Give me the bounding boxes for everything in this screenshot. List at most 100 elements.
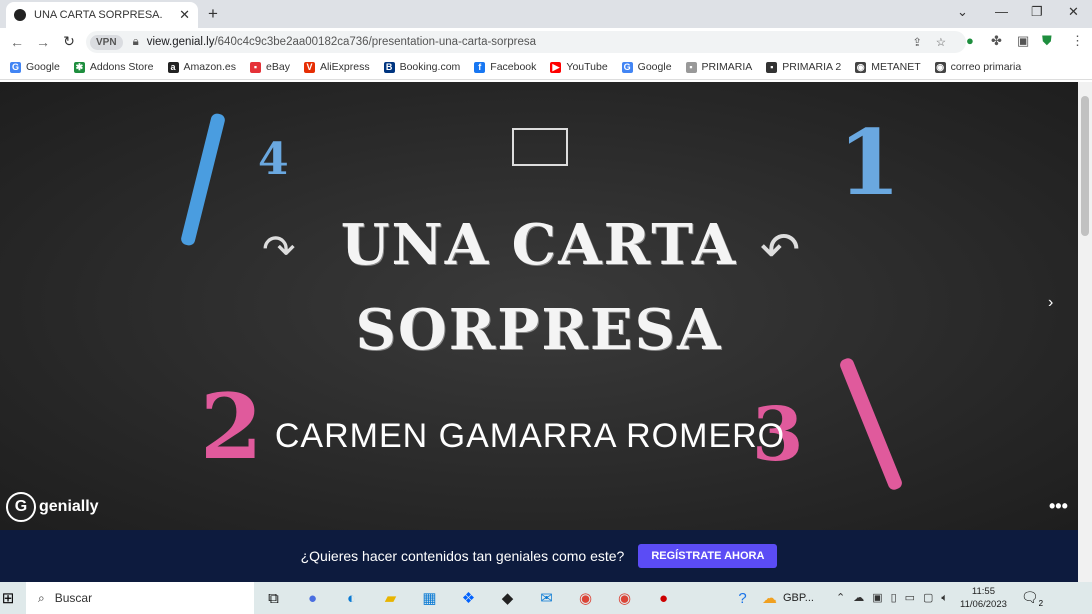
taskbar-search-input[interactable]: ⌕ Buscar: [26, 582, 254, 614]
bookmark-item[interactable]: ▪ eBay: [250, 61, 290, 73]
author-name: CARMEN GAMARRA ROMERO: [274, 417, 786, 455]
minimize-button[interactable]: —: [995, 4, 1008, 19]
system-tray-icons[interactable]: ⌃☁▣▯▭▢🔈︎: [836, 591, 956, 605]
signup-banner: ¿Quieres hacer contenidos tan geniales c…: [0, 530, 1078, 582]
url-path: /640c4c9c3be2aa00182ca736/presentation-u…: [214, 36, 537, 48]
dropbox-icon[interactable]: ❖: [449, 589, 488, 607]
back-icon[interactable]: ←: [4, 34, 30, 50]
bookmark-icon: B: [383, 61, 395, 73]
maximize-button[interactable]: ❐: [1031, 4, 1043, 20]
close-window-button[interactable]: ✕: [1068, 4, 1079, 20]
notifications-icon[interactable]: 🗨︎2: [1021, 589, 1043, 608]
easel-drawing: [512, 128, 568, 166]
more-options-icon[interactable]: •••: [1049, 496, 1068, 517]
bookmark-icon: ▶: [550, 61, 562, 73]
scrollbar-thumb[interactable]: [1081, 96, 1089, 236]
bookmark-item[interactable]: ✱ Addons Store: [73, 61, 154, 73]
app-icon[interactable]: ●: [293, 590, 332, 607]
url-input[interactable]: VPN 🔒︎ view.genial.ly/640c4c9c3be2aa0018…: [86, 31, 966, 53]
menu-icon[interactable]: ⋮: [1071, 33, 1084, 49]
bookmark-label: AliExpress: [319, 61, 370, 73]
bookmark-star-icon[interactable]: ☆: [936, 35, 946, 49]
search-placeholder: Buscar: [54, 591, 93, 605]
clock-time: 11:55: [971, 586, 995, 597]
presentation-slide: 4 1 2 3 ↷ ↶ UNA CARTA SORPRESA CARMEN GA…: [0, 82, 1078, 530]
forward-icon[interactable]: →: [30, 34, 56, 50]
clock-date: 11/06/2023: [960, 599, 1007, 610]
side-panel-icon[interactable]: ▣: [1017, 33, 1029, 49]
clock[interactable]: 11:55 11/06/2023: [960, 585, 1007, 611]
store-icon[interactable]: ▦: [410, 589, 449, 607]
bookmark-label: PRIMARIA: [701, 61, 753, 73]
weather-icon[interactable]: ☁: [762, 589, 777, 607]
bookmark-icon: V: [303, 61, 315, 73]
app-red-icon[interactable]: ●: [644, 590, 683, 607]
tab-search-icon[interactable]: ⌄: [957, 4, 968, 20]
bookmark-item[interactable]: G Google: [621, 61, 672, 73]
bookmark-label: eBay: [266, 61, 290, 73]
title-line-1: UNA CARTA: [340, 212, 738, 278]
tab-title: UNA CARTA SORPRESA.: [34, 9, 163, 21]
chrome-icon[interactable]: ◉: [566, 589, 605, 607]
bookmark-item[interactable]: ▶ YouTube: [550, 61, 608, 73]
bookmark-item[interactable]: a Amazon.es: [167, 61, 237, 73]
browser-tab[interactable]: UNA CARTA SORPRESA. ✕: [6, 2, 198, 28]
banner-text: ¿Quieres hacer contenidos tan geniales c…: [300, 548, 625, 564]
edge-icon[interactable]: ◐: [332, 590, 371, 607]
bookmark-label: Addons Store: [89, 61, 154, 73]
bookmark-item[interactable]: G Google: [10, 61, 60, 73]
help-icon[interactable]: ?: [723, 590, 762, 607]
bookmark-item[interactable]: f Facebook: [474, 61, 536, 73]
bookmark-item[interactable]: B Booking.com: [383, 61, 461, 73]
bookmark-label: Amazon.es: [183, 61, 237, 73]
chrome-active-icon[interactable]: ◉: [605, 589, 644, 607]
bookmark-icon: a: [167, 61, 179, 73]
search-icon: ⌕: [38, 590, 45, 605]
title-line-2: SORPRESA: [355, 297, 723, 363]
vertical-scrollbar[interactable]: [1078, 82, 1092, 582]
windows-taskbar: ⊞ ⌕ Buscar ⧉ ● ◐ ▰ ▦ ❖ ◆ ✉ ◉ ◉ ● ? ☁ GBP…: [0, 582, 1092, 614]
address-bar-row: ← → ↻ VPN 🔒︎ view.genial.ly/640c4c9c3be2…: [0, 28, 1092, 55]
vpn-badge[interactable]: VPN: [90, 34, 123, 50]
bookmark-icon: ▪: [685, 61, 697, 73]
genially-logo[interactable]: G genially: [6, 492, 99, 522]
bookmark-label: Google: [637, 61, 672, 73]
bookmark-label: YouTube: [566, 61, 608, 73]
extensions-icon[interactable]: ✤: [991, 33, 1002, 49]
url-domain: view.genial.ly: [146, 36, 215, 48]
vpn-extension-icon[interactable]: ●: [966, 33, 974, 48]
mail-icon[interactable]: ✉: [527, 589, 566, 607]
windows-start-icon[interactable]: ⊞: [0, 589, 26, 607]
task-view-icon[interactable]: ⧉: [254, 590, 293, 607]
bookmark-label: correo primaria: [950, 61, 1022, 73]
bookmark-item[interactable]: ▪ PRIMARIA: [685, 61, 753, 73]
lock-icon[interactable]: 🔒︎: [133, 36, 139, 49]
bookmark-icon: ◉: [855, 61, 867, 73]
bookmark-item[interactable]: ◉ correo primaria: [934, 61, 1022, 73]
next-slide-icon[interactable]: ›: [1048, 294, 1053, 312]
genially-logo-text: genially: [39, 498, 99, 515]
number-4: 4: [258, 134, 289, 185]
bookmarks-bar: G Google ✱ Addons Store a Amazon.es ▪ eBay V AliE…: [0, 55, 1092, 80]
tab-bar: UNA CARTA SORPRESA. ✕ + ⌄ — ❐ ✕: [0, 0, 1092, 28]
bookmark-item[interactable]: ◉ METANET: [855, 61, 921, 73]
app-dark-icon[interactable]: ◆: [488, 589, 527, 607]
bookmark-item[interactable]: V AliExpress: [303, 61, 370, 73]
register-button[interactable]: REGÍSTRATE AHORA: [638, 544, 778, 568]
new-tab-button[interactable]: +: [208, 4, 218, 24]
bookmark-label: PRIMARIA 2: [782, 61, 842, 73]
close-tab-icon[interactable]: ✕: [179, 7, 190, 23]
bookmark-label: Facebook: [490, 61, 537, 73]
reload-icon[interactable]: ↻: [56, 33, 82, 50]
taskbar-app-label[interactable]: GBP...: [783, 592, 814, 604]
share-icon[interactable]: ⇪: [912, 35, 922, 49]
bookmark-icon: f: [474, 61, 486, 73]
bookmark-icon: ▪: [250, 61, 262, 73]
bookmark-label: METANET: [871, 61, 921, 73]
bookmark-icon: ✱: [73, 61, 85, 73]
bookmark-label: Google: [26, 61, 60, 73]
file-explorer-icon[interactable]: ▰: [371, 589, 410, 607]
shield-extension-icon[interactable]: ⛊: [1042, 33, 1052, 49]
bookmark-item[interactable]: ▪ PRIMARIA 2: [766, 61, 841, 73]
bookmark-label: Booking.com: [399, 61, 461, 73]
